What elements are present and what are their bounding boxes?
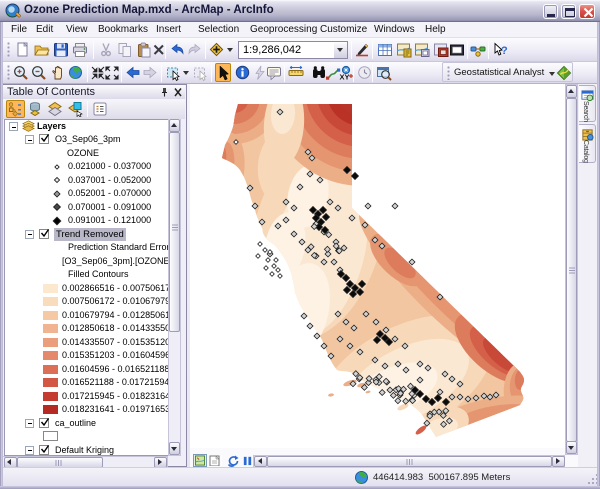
svg-text:?: ?	[501, 45, 508, 57]
svg-text:XY: XY	[340, 73, 350, 82]
